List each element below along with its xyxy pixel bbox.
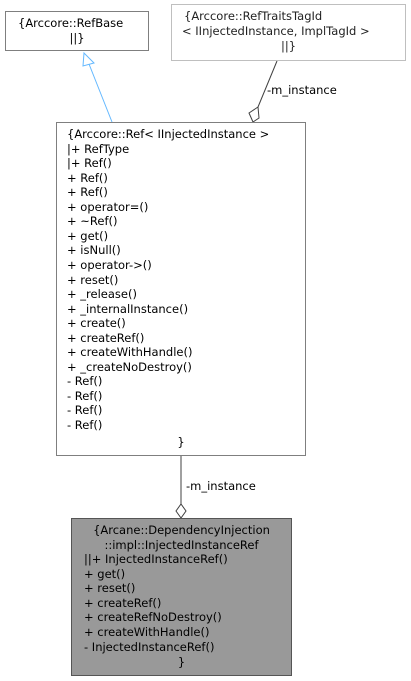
member-line: + reset() xyxy=(84,581,136,596)
node-injectedinstanceref[interactable]: {Arcane::DependencyInjection::impl::Inje… xyxy=(71,518,292,676)
inheritance-arrowhead xyxy=(82,51,95,67)
member-line: + get() xyxy=(67,228,109,243)
member-line: |+ Ref() xyxy=(67,156,112,171)
member-line: + createRef() xyxy=(84,595,162,610)
member-line: + createWithHandle() xyxy=(67,345,193,360)
member-line: ||+ InjectedInstanceRef() xyxy=(84,552,228,566)
member-line: + operator->() xyxy=(67,257,152,272)
node-line: ||} xyxy=(280,39,297,53)
member-line: - InjectedInstanceRef() xyxy=(84,639,215,654)
member-line: + isNull() xyxy=(67,243,121,258)
member-line: + Ref() xyxy=(67,170,108,185)
member-line: + createRefNoDestroy() xyxy=(84,610,222,625)
node-line: {Arccore::RefTraitsTagId xyxy=(184,9,323,23)
node-title: {Arccore::Ref< IInjectedInstance > xyxy=(67,127,270,141)
member-line: - Ref() xyxy=(67,403,103,418)
member-line: + ~Ref() xyxy=(67,214,118,229)
node-ref[interactable]: {Arccore::Ref< IInjectedInstance > |+ Ref… xyxy=(56,122,306,456)
composition-diamond-ref xyxy=(175,503,187,519)
member-line: + get() xyxy=(84,566,126,581)
node-title-line: ::impl::InjectedInstanceRef xyxy=(104,537,259,552)
member-line: - Ref() xyxy=(67,418,103,432)
edge-label-ref: -m_instance xyxy=(186,479,256,493)
member-line: + createWithHandle() xyxy=(84,625,210,639)
member-line: + _internalInstance() xyxy=(67,301,189,316)
member-line: - Ref() xyxy=(67,388,103,403)
member-line: + create() xyxy=(67,316,126,331)
member-line: + _release() xyxy=(67,287,137,302)
member-line: + _createNoDestroy() xyxy=(67,359,192,374)
node-line: {Arccore::RefBase xyxy=(18,16,124,30)
edge-label-traits: -m_instance xyxy=(267,83,337,97)
node-line: < IInjectedInstance, ImplTagId > xyxy=(182,24,370,38)
member-line: + reset() xyxy=(67,272,119,287)
node-closing: } xyxy=(177,435,185,449)
member-line: + operator=() xyxy=(67,199,149,214)
node-line: ||} xyxy=(69,31,85,45)
member-line: - Ref() xyxy=(67,374,103,389)
node-title-line: {Arcane::DependencyInjection xyxy=(93,523,270,537)
node-refbase[interactable]: {Arccore::RefBase ||} xyxy=(5,11,149,51)
member-line: |+ RefType xyxy=(67,141,130,156)
composition-diamond-traits xyxy=(248,106,260,123)
member-line: + Ref() xyxy=(67,185,108,200)
inheritance-edge xyxy=(88,63,113,123)
member-line: + createRef() xyxy=(67,330,145,345)
node-closing: } xyxy=(177,655,186,669)
node-reftraitstagid[interactable]: {Arccore::RefTraitsTagId < IInjectedInst… xyxy=(171,4,406,61)
